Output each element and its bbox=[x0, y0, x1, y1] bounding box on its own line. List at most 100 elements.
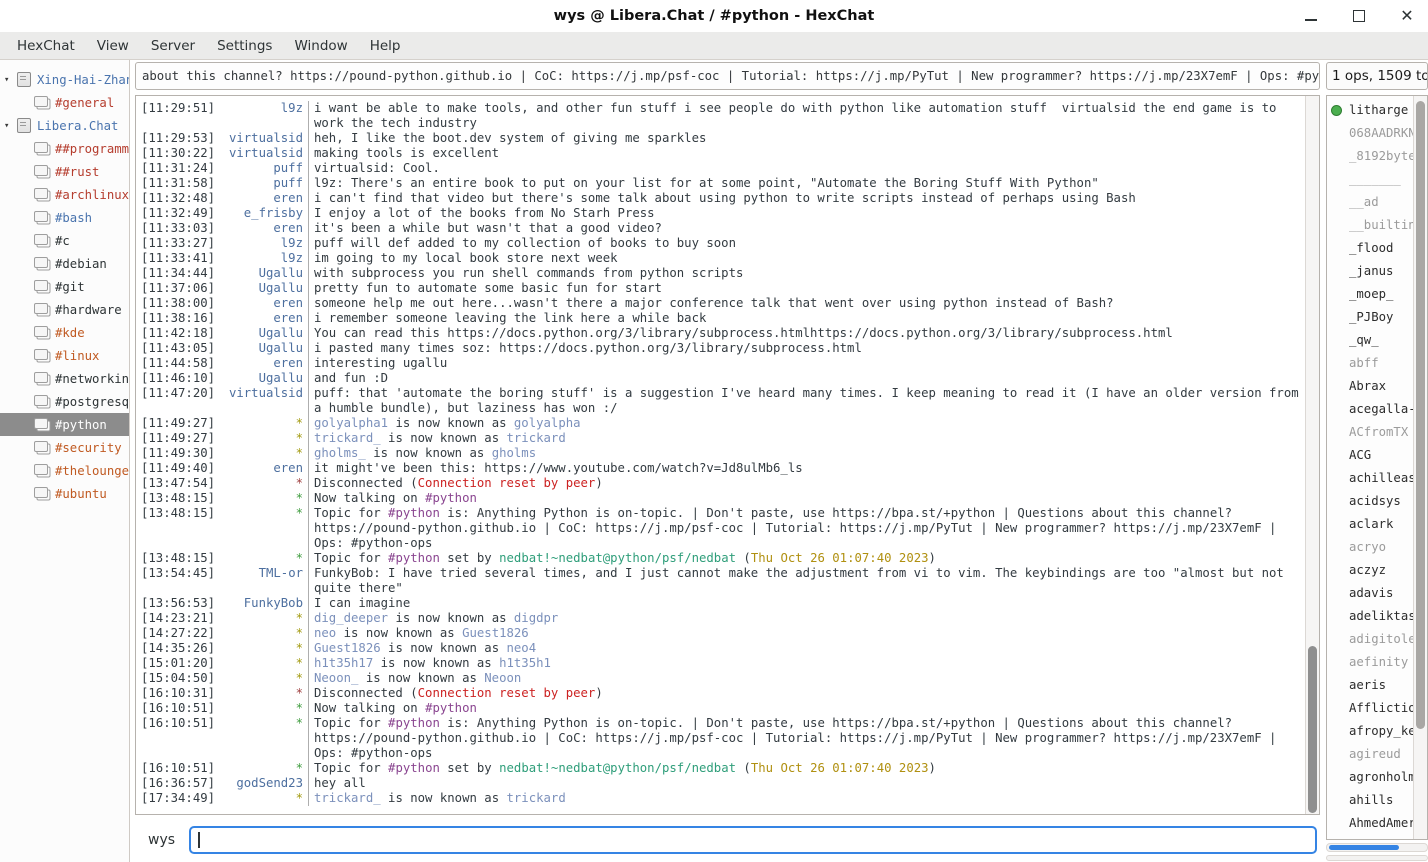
user-acryo[interactable]: acryo bbox=[1327, 536, 1413, 559]
sidebar-item-label: Libera.Chat bbox=[37, 119, 118, 133]
message-segment: #python bbox=[388, 551, 440, 565]
user-_flood[interactable]: _flood bbox=[1327, 237, 1413, 260]
sidebar-item-label: ##rust bbox=[55, 165, 99, 179]
sidebar-item-c[interactable]: #c bbox=[0, 229, 129, 252]
timestamp: [11:46:10] bbox=[136, 371, 217, 386]
chat-line: [13:56:53]FunkyBobI can imagine bbox=[136, 596, 1305, 611]
user-acegalla-[interactable]: acegalla- bbox=[1327, 398, 1413, 421]
channel-icon bbox=[34, 372, 48, 383]
user-068aadrkn[interactable]: 068AADRKN bbox=[1327, 122, 1413, 145]
user-acfromtx[interactable]: ACfromTX bbox=[1327, 421, 1413, 444]
user-ahmedamer[interactable]: AhmedAmer bbox=[1327, 812, 1413, 835]
menu-server[interactable]: Server bbox=[140, 35, 206, 57]
menu-view[interactable]: View bbox=[86, 35, 140, 57]
user-_janus[interactable]: _janus bbox=[1327, 260, 1413, 283]
sidebar-item-networking[interactable]: #networking bbox=[0, 367, 129, 390]
user-litharge[interactable]: litharge bbox=[1327, 99, 1413, 122]
message-segment: Connection reset by peer bbox=[418, 686, 596, 700]
minimize-button[interactable] bbox=[1300, 5, 1322, 27]
sidebar-item-libera-chat[interactable]: ▾ Libera.Chat bbox=[0, 114, 129, 137]
sidebar-item-kde[interactable]: #kde bbox=[0, 321, 129, 344]
sidebar-item-debian[interactable]: #debian bbox=[0, 252, 129, 275]
user-achilleas[interactable]: achilleas bbox=[1327, 467, 1413, 490]
menu-settings[interactable]: Settings bbox=[206, 35, 283, 57]
nick: virtualsid bbox=[217, 146, 308, 161]
menu-help[interactable]: Help bbox=[359, 35, 412, 57]
sidebar-item-security[interactable]: #security bbox=[0, 436, 129, 459]
sidebar-item-general[interactable]: #general bbox=[0, 91, 129, 114]
sidebar-item-bash[interactable]: #bash bbox=[0, 206, 129, 229]
message-segment: Disconnected ( bbox=[314, 686, 418, 700]
sidebar-item-git[interactable]: #git bbox=[0, 275, 129, 298]
message-segment: neo4 bbox=[507, 641, 537, 655]
message-text: making tools is excellent bbox=[308, 146, 1305, 161]
userlist-hscrollbar[interactable] bbox=[1326, 843, 1428, 852]
userlist-scrollbar[interactable] bbox=[1413, 96, 1427, 839]
event-star: * bbox=[217, 656, 308, 671]
chat-line: [13:48:15]*Now talking on #python bbox=[136, 491, 1305, 506]
sidebar-item-archlinux[interactable]: #archlinux bbox=[0, 183, 129, 206]
user-aclark[interactable]: aclark bbox=[1327, 513, 1413, 536]
message-input-wrap[interactable] bbox=[189, 826, 1317, 854]
user-afropy_ke[interactable]: afropy_ke bbox=[1327, 720, 1413, 743]
user-aefinity[interactable]: aefinity bbox=[1327, 651, 1413, 674]
sidebar-item-postgresql[interactable]: #postgresql bbox=[0, 390, 129, 413]
expander-icon[interactable]: ▾ bbox=[4, 121, 17, 131]
user-__ad[interactable]: __ad bbox=[1327, 191, 1413, 214]
message-text: Disconnected (Connection reset by peer) bbox=[308, 686, 1305, 701]
message-segment: golyalpha1 bbox=[314, 416, 388, 430]
user-_qw_[interactable]: _qw_ bbox=[1327, 329, 1413, 352]
user-agireud[interactable]: agireud bbox=[1327, 743, 1413, 766]
event-star: * bbox=[217, 551, 308, 566]
user-agronholm[interactable]: agronholm bbox=[1327, 766, 1413, 789]
sidebar-item-hardware[interactable]: #hardware bbox=[0, 298, 129, 321]
user-_8192byte[interactable]: _8192byte bbox=[1327, 145, 1413, 168]
menu-window[interactable]: Window bbox=[283, 35, 358, 57]
topic-bar[interactable]: about this channel? https://pound-python… bbox=[135, 62, 1320, 90]
user-ahills[interactable]: ahills bbox=[1327, 789, 1413, 812]
user-aeris[interactable]: aeris bbox=[1327, 674, 1413, 697]
user-__builtin[interactable]: __builtin bbox=[1327, 214, 1413, 237]
chat-line: [11:49:30]*gholms_ is now known as gholm… bbox=[136, 446, 1305, 461]
user-adigitole[interactable]: adigitole bbox=[1327, 628, 1413, 651]
sidebar-item-python[interactable]: #python bbox=[0, 413, 129, 436]
sidebar-item-ubuntu[interactable]: #ubuntu bbox=[0, 482, 129, 505]
sidebar-item-xing-hai-zhan[interactable]: ▾Xing-Hai-Zhan bbox=[0, 68, 129, 91]
user-_moep_[interactable]: _moep_ bbox=[1327, 283, 1413, 306]
timestamp: [11:33:41] bbox=[136, 251, 217, 266]
message-text: Disconnected (Connection reset by peer) bbox=[308, 476, 1305, 491]
message-text: trickard_ is now known as trickard bbox=[308, 791, 1305, 806]
user-acidsys[interactable]: acidsys bbox=[1327, 490, 1413, 513]
user-_______[interactable]: _______ bbox=[1327, 168, 1413, 191]
userlist-scrollbar-thumb[interactable] bbox=[1416, 101, 1425, 729]
menu-hexchat[interactable]: HexChat bbox=[6, 35, 86, 57]
userlist-hscrollbar-thumb[interactable] bbox=[1329, 845, 1399, 850]
message-segment: set by bbox=[440, 551, 499, 565]
user-afflictio[interactable]: Afflictio bbox=[1327, 697, 1413, 720]
chat-scrollbar-thumb[interactable] bbox=[1308, 646, 1317, 813]
sidebar-item-programming[interactable]: ##programming bbox=[0, 137, 129, 160]
user-abff[interactable]: abff bbox=[1327, 352, 1413, 375]
close-icon: ✕ bbox=[1400, 8, 1413, 24]
sidebar-item-rust[interactable]: ##rust bbox=[0, 160, 129, 183]
message-input[interactable] bbox=[191, 828, 1315, 852]
maximize-button[interactable] bbox=[1348, 5, 1370, 27]
event-star: * bbox=[217, 761, 308, 776]
maximize-icon bbox=[1353, 10, 1365, 22]
message-segment: Connection reset by peer bbox=[418, 476, 596, 490]
userlist-hscrollbar-secondary[interactable] bbox=[1326, 855, 1428, 861]
user-_pjboy[interactable]: _PJBoy bbox=[1327, 306, 1413, 329]
user-acg[interactable]: ACG bbox=[1327, 444, 1413, 467]
user-adavis[interactable]: adavis bbox=[1327, 582, 1413, 605]
channel-icon bbox=[34, 418, 48, 429]
sidebar-item-linux[interactable]: #linux bbox=[0, 344, 129, 367]
user-adeliktas[interactable]: adeliktas bbox=[1327, 605, 1413, 628]
chat-scrollbar[interactable] bbox=[1305, 96, 1319, 814]
user-nick: achilleas bbox=[1349, 471, 1413, 485]
sidebar-item-thelounge[interactable]: #thelounge bbox=[0, 459, 129, 482]
user-abrax[interactable]: Abrax bbox=[1327, 375, 1413, 398]
expander-icon[interactable]: ▾ bbox=[4, 75, 17, 85]
message-segment: Now talking on bbox=[314, 491, 425, 505]
user-aczyz[interactable]: aczyz bbox=[1327, 559, 1413, 582]
close-button[interactable]: ✕ bbox=[1396, 5, 1418, 27]
